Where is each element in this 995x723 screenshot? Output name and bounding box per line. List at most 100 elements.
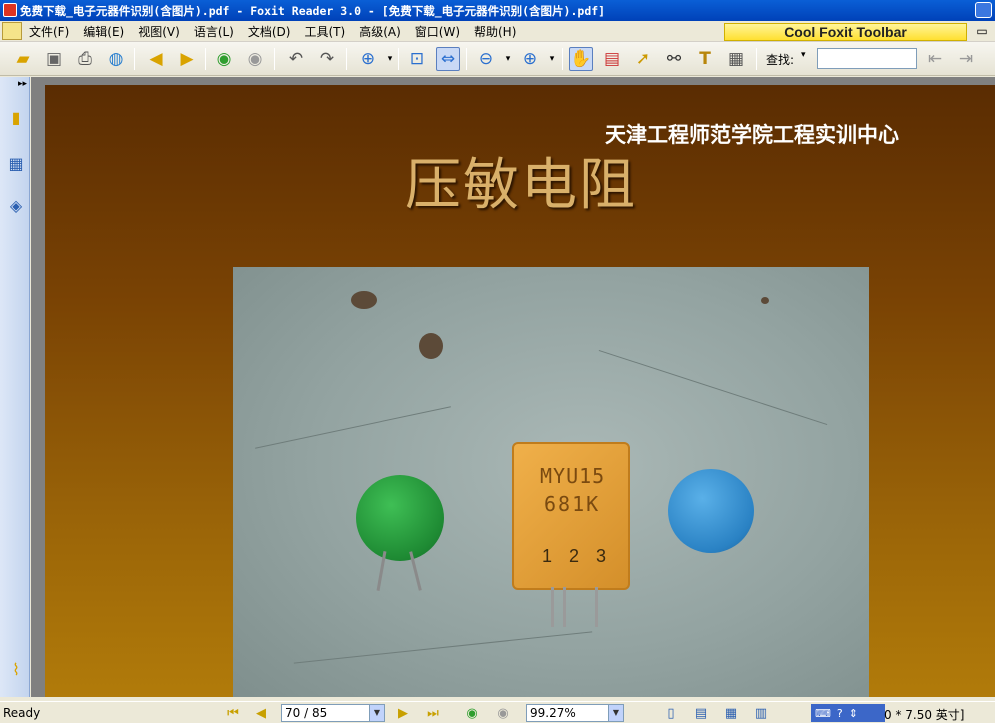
keyboard-icon[interactable]: ⌨: [815, 707, 831, 720]
fit-page-icon[interactable]: ⊡: [405, 47, 429, 71]
pdf-header-text: 天津工程师范学院工程实训中心: [605, 123, 899, 147]
status-bar: Ready ⏮ ◀ 70 / 85 ▼ ▶ ⏭ ◉ ◉ 99.27% ▼ ▯ ▤…: [0, 701, 995, 723]
status-text: Ready: [3, 706, 41, 720]
component-pin: [563, 587, 566, 627]
last-page-icon[interactable]: ⏭: [424, 705, 442, 722]
email-globe-icon[interactable]: ◍: [104, 47, 128, 71]
page-number-field[interactable]: 70 / 85 ▼: [281, 704, 385, 722]
photo-crack: [598, 349, 828, 426]
maximize-button[interactable]: [975, 2, 992, 18]
zoom-level-field[interactable]: 99.27% ▼: [526, 704, 624, 722]
photo-crack: [293, 631, 593, 664]
page-number-value: 70 / 85: [285, 706, 328, 720]
page-thumbnails-icon[interactable]: ▦: [5, 151, 27, 175]
pdf-slide-title: 压敏电阻: [405, 153, 637, 218]
page-dropdown-icon[interactable]: ▼: [369, 705, 384, 721]
menu-window[interactable]: 窗口(W): [408, 23, 467, 40]
help-icon[interactable]: ?: [837, 707, 843, 720]
menu-language[interactable]: 语言(L): [187, 23, 241, 40]
menu-help[interactable]: 帮助(H): [467, 23, 523, 40]
zoom-level-value: 99.27%: [530, 706, 576, 720]
facing-layout-icon[interactable]: ▦: [722, 705, 740, 722]
blue-disc-varistor: [668, 469, 754, 553]
continuous-facing-layout-icon[interactable]: ▥: [752, 705, 770, 722]
attachments-paperclip-icon[interactable]: ⌇: [5, 657, 27, 681]
fit-width-icon[interactable]: ⇔: [436, 47, 460, 71]
component-marking-line1: MYU15: [540, 464, 606, 488]
menu-tools[interactable]: 工具(T): [297, 23, 352, 40]
document-icon[interactable]: [2, 22, 22, 40]
zoom-in-icon[interactable]: ⊕: [518, 47, 542, 71]
varistor-lead: [376, 551, 387, 591]
next-page-icon[interactable]: ▶: [175, 47, 199, 71]
find-dropdown-icon[interactable]: ▾: [801, 50, 806, 60]
photo-speck: [419, 333, 443, 359]
status-previous-page-icon[interactable]: ◀: [252, 705, 270, 722]
component-pin-labels: 1 2 3: [542, 546, 613, 566]
go-back-icon[interactable]: ◉: [212, 47, 236, 71]
menu-document[interactable]: 文档(D): [241, 23, 298, 40]
toolbar-separator: [346, 48, 347, 70]
window-title: 免费下载_电子元器件识别(含图片).pdf - Foxit Reader 3.0…: [20, 3, 606, 18]
save-icon[interactable]: ▣: [42, 47, 66, 71]
find-previous-icon[interactable]: ⇤: [923, 47, 947, 71]
toolbar-separator: [205, 48, 206, 70]
navigation-sidebar: ▸▸ ▮ ▦ ◈ ⌇: [0, 77, 30, 697]
select-text-icon[interactable]: T: [693, 47, 717, 71]
title-bar: 免费下载_电子元器件识别(含图片).pdf - Foxit Reader 3.0…: [0, 0, 995, 21]
page-size-readout: 0 * 7.50 英寸]: [884, 708, 965, 722]
mdi-restore-button[interactable]: ▭: [971, 22, 993, 40]
status-go-back-icon[interactable]: ◉: [463, 705, 481, 722]
go-forward-icon[interactable]: ◉: [243, 47, 267, 71]
toolbar-separator: [134, 48, 135, 70]
document-viewport[interactable]: 天津工程师范学院工程实训中心 压敏电阻 MYU15 681K 1 2 3: [31, 77, 995, 697]
toolbar-separator: [466, 48, 467, 70]
binoculars-find-icon[interactable]: ⚯: [662, 47, 686, 71]
rotate-left-icon[interactable]: ↶: [284, 47, 308, 71]
varistor-lead: [409, 551, 422, 591]
zoom-out-dropdown-icon[interactable]: ▾: [496, 47, 520, 71]
component-marking-line2: 681K: [544, 492, 601, 516]
find-next-icon[interactable]: ⇥: [954, 47, 978, 71]
status-go-forward-icon[interactable]: ◉: [494, 705, 512, 722]
cool-foxit-toolbar[interactable]: Cool Foxit Toolbar: [724, 23, 967, 41]
find-input[interactable]: [817, 48, 917, 69]
single-page-layout-icon[interactable]: ▯: [662, 705, 680, 722]
continuous-layout-icon[interactable]: ▤: [692, 705, 710, 722]
zoom-in-tool-icon[interactable]: ⊕: [356, 47, 380, 71]
print-icon[interactable]: ⎙: [73, 47, 97, 71]
foxit-app-icon[interactable]: [3, 3, 17, 17]
status-next-page-icon[interactable]: ▶: [394, 705, 412, 722]
find-label: 查找:: [766, 53, 795, 67]
zoom-in-dropdown-icon[interactable]: ▾: [540, 47, 564, 71]
snapshot-select-icon[interactable]: ▤: [600, 47, 624, 71]
camera-snapshot-icon[interactable]: ▦: [724, 47, 748, 71]
tray-scroll-icon[interactable]: ⇕: [849, 707, 858, 720]
menu-view[interactable]: 视图(V): [131, 23, 187, 40]
photo-crack: [255, 406, 451, 449]
varistor-photo: MYU15 681K 1 2 3: [233, 267, 869, 697]
layers-panel-icon[interactable]: ◈: [5, 193, 27, 217]
select-arrow-icon[interactable]: ➚: [631, 47, 655, 71]
first-page-icon[interactable]: ⏮: [224, 705, 242, 722]
system-tray: ⌨ ? ⇕: [811, 704, 885, 722]
previous-page-icon[interactable]: ◀: [144, 47, 168, 71]
toolbar-separator: [756, 48, 757, 70]
menu-advanced[interactable]: 高级(A): [352, 23, 408, 40]
toolbar-separator: [274, 48, 275, 70]
menu-edit[interactable]: 编辑(E): [76, 23, 131, 40]
toolbar-separator: [398, 48, 399, 70]
green-disc-varistor: [356, 475, 444, 591]
zoom-dropdown-icon[interactable]: ▼: [608, 705, 623, 721]
menu-file[interactable]: 文件(F): [22, 23, 76, 40]
zoom-out-icon[interactable]: ⊖: [474, 47, 498, 71]
rotate-right-icon[interactable]: ↷: [315, 47, 339, 71]
expand-sidebar-icon[interactable]: ▸▸: [18, 79, 27, 89]
component-pin: [551, 587, 554, 627]
photo-speck: [761, 297, 769, 304]
bookmarks-panel-icon[interactable]: ▮: [5, 105, 27, 129]
toolbar-separator: [562, 48, 563, 70]
open-folder-icon[interactable]: ▰: [11, 47, 35, 71]
hand-tool-icon[interactable]: ✋: [569, 47, 593, 71]
yellow-block-varistor: MYU15 681K 1 2 3: [512, 442, 630, 590]
